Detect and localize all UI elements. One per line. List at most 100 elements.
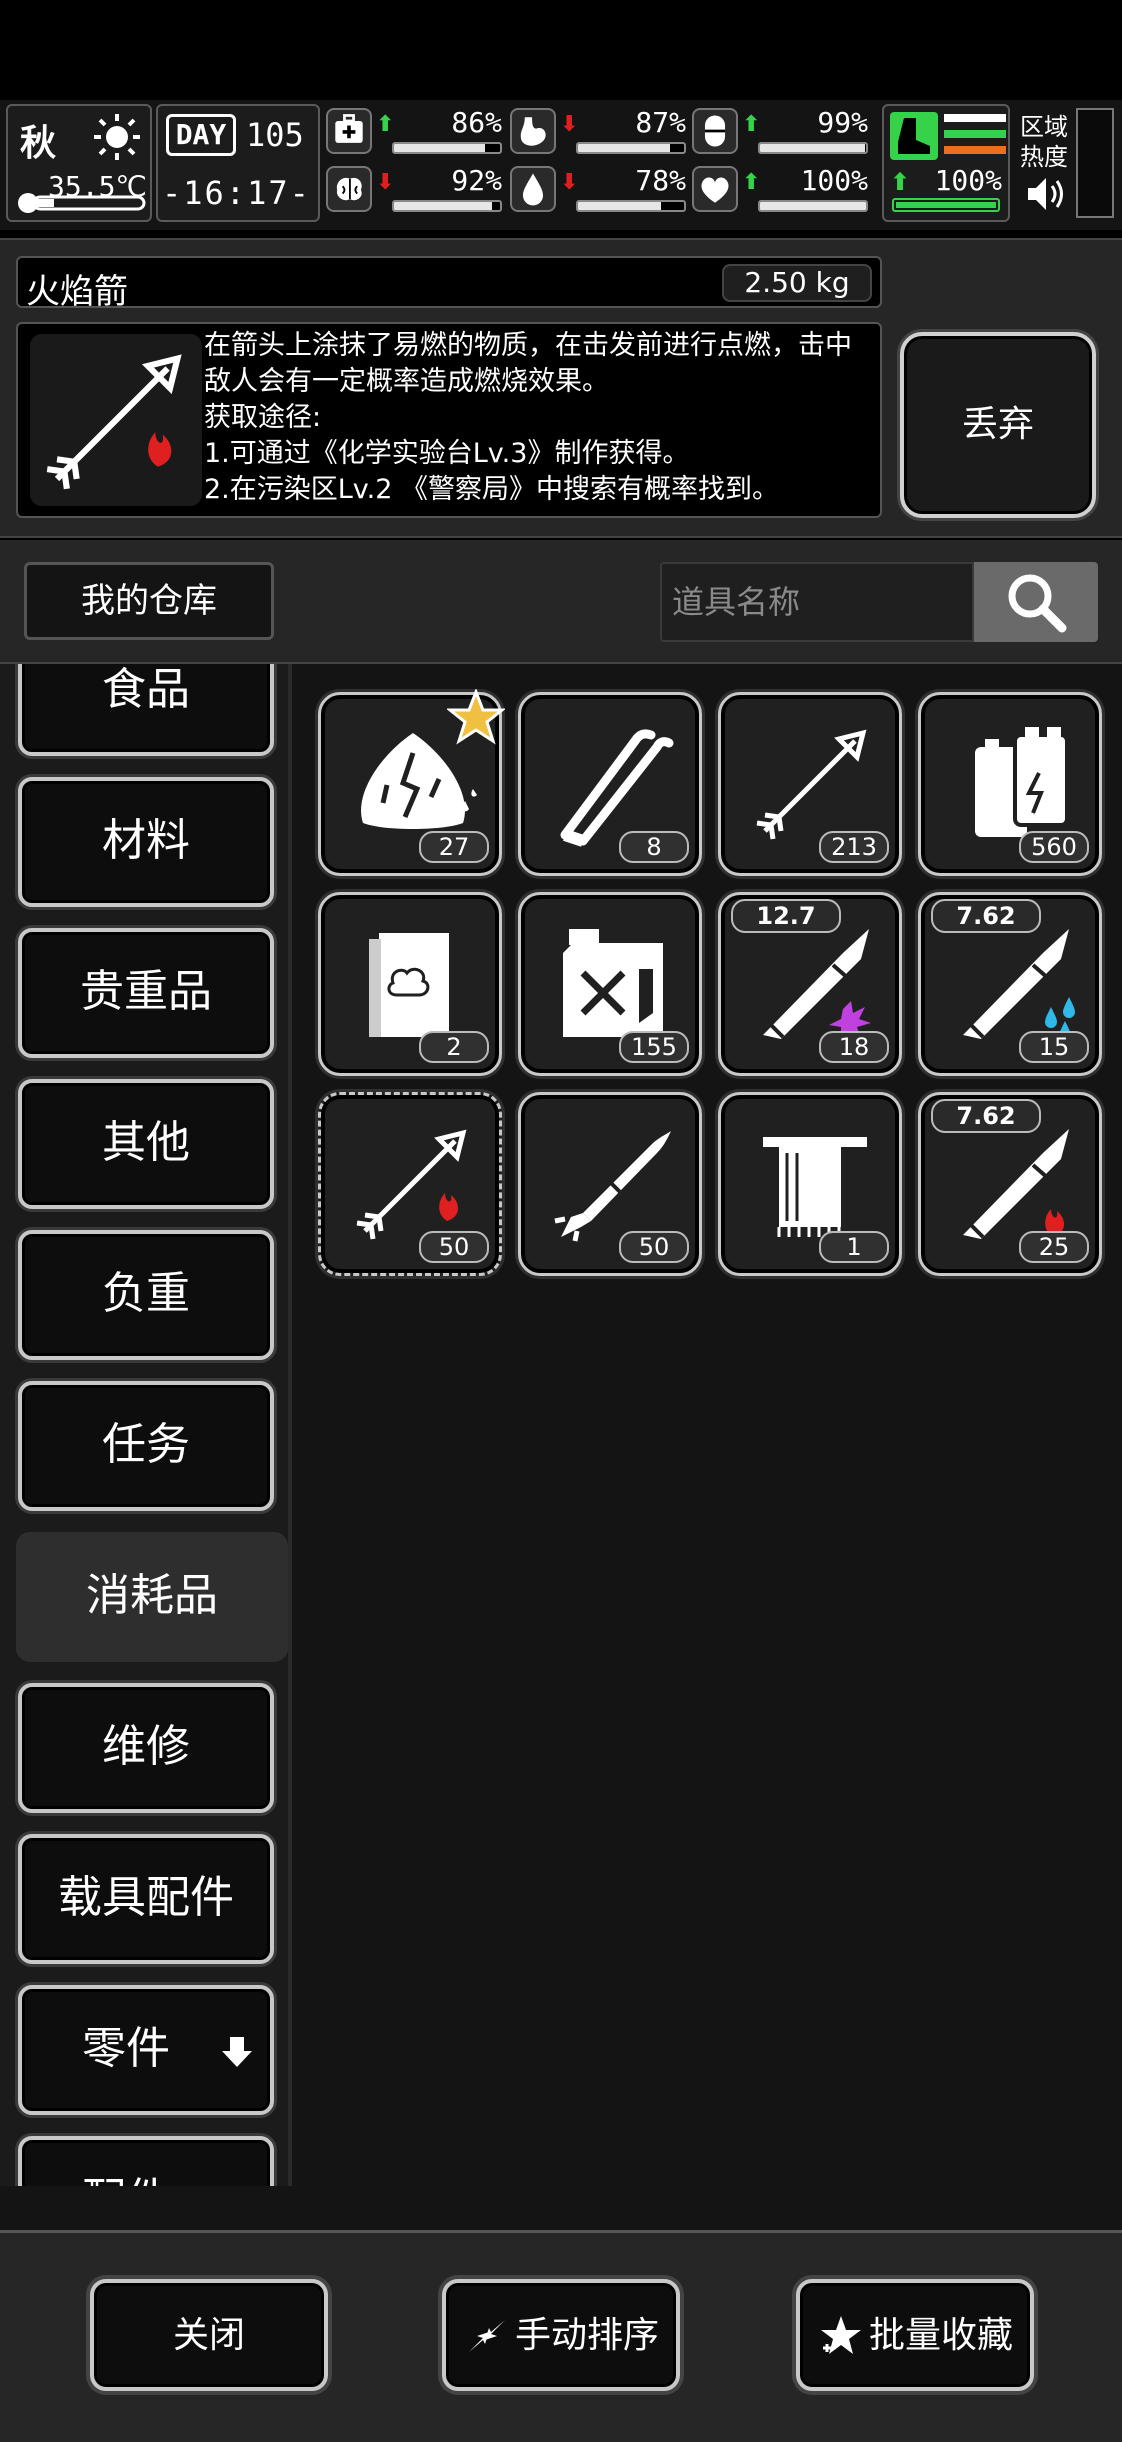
- search-button[interactable]: [974, 562, 1098, 642]
- inventory-slot[interactable]: 50: [318, 1092, 502, 1276]
- speaker-icon[interactable]: [1024, 174, 1068, 214]
- stat-bar-fill: [394, 202, 492, 210]
- item-name: 火焰箭: [26, 272, 128, 312]
- speed-lines-icon: [944, 114, 1006, 154]
- boot-value: 100%: [934, 164, 1002, 197]
- stat-bar-fill: [760, 144, 865, 152]
- game-clock: -16:17-: [162, 174, 311, 212]
- batch-favorite-label: 批量收藏: [868, 2315, 1013, 2356]
- category-6[interactable]: 消耗品: [16, 1532, 288, 1662]
- trend-up-arrow: ⬆: [742, 112, 761, 137]
- close-button[interactable]: 关闭: [90, 2279, 328, 2391]
- trend-up-arrow: ⬆: [376, 112, 395, 137]
- category-label: 食品: [102, 664, 190, 715]
- game-screen: 秋 35.5℃ DAY 105 -16:17- ⬆ 86% ⬇ 87% ⬆ 99…: [0, 0, 1122, 2442]
- category-label: 载具配件: [58, 1872, 234, 1923]
- stat-value: 87%: [635, 106, 686, 139]
- category-7[interactable]: 维修: [18, 1683, 274, 1813]
- category-label: 其他: [102, 1117, 190, 1168]
- caliber-badge: 7.62: [931, 1099, 1041, 1133]
- boot-trend-arrow: ⬆: [890, 168, 911, 196]
- item-count: 155: [619, 1031, 689, 1063]
- item-weight: 2.50 kg: [722, 264, 872, 302]
- inventory-slot[interactable]: 8: [518, 692, 702, 876]
- stat-bar-fill: [578, 202, 661, 210]
- boot-bar-fill: [896, 202, 996, 208]
- item-count: 50: [419, 1231, 489, 1263]
- my-warehouse-button[interactable]: 我的仓库: [24, 562, 274, 640]
- season-weather-panel: 秋 35.5℃: [6, 104, 152, 222]
- category-label: 材料: [102, 815, 190, 866]
- trend-down-arrow: ⬇: [560, 112, 579, 137]
- item-name-bar: 火焰箭 2.50 kg: [16, 256, 882, 312]
- item-count: 560: [1019, 831, 1089, 863]
- inventory-slot[interactable]: 2: [318, 892, 502, 1076]
- item-count: 2: [419, 1031, 489, 1063]
- item-count: 8: [619, 831, 689, 863]
- stat-sanity: ⬇ 92%: [326, 164, 506, 216]
- boot-icon: [890, 112, 938, 160]
- category-4[interactable]: 负重: [18, 1230, 274, 1360]
- stat-value: 92%: [451, 164, 502, 197]
- inventory-slot[interactable]: 155: [518, 892, 702, 1076]
- manual-sort-button[interactable]: 手动排序: [442, 2279, 680, 2391]
- caliber-badge: 7.62: [931, 899, 1041, 933]
- category-5[interactable]: 任务: [18, 1381, 274, 1511]
- manual-sort-label: 手动排序: [514, 2315, 659, 2356]
- fire-arrow-icon: [46, 354, 182, 490]
- stat-bar: [392, 200, 502, 212]
- inventory-slot[interactable]: 560: [918, 692, 1102, 876]
- inventory-slot[interactable]: 12.7 18: [718, 892, 902, 1076]
- inventory-slot[interactable]: 7.62 25: [918, 1092, 1102, 1276]
- inventory-slot[interactable]: 27: [318, 689, 505, 876]
- batch-favorite-button[interactable]: 批量收藏: [796, 2279, 1034, 2391]
- item-count: 1: [819, 1231, 889, 1263]
- stomach-icon: [510, 108, 556, 154]
- category-0[interactable]: 食品: [18, 664, 274, 756]
- stat-value: 86%: [451, 106, 502, 139]
- item-count: 27: [419, 831, 489, 863]
- category-10[interactable]: 配件: [18, 2136, 274, 2186]
- stat-hunger: ⬇ 87%: [510, 106, 690, 158]
- stat-value: 99%: [817, 106, 868, 139]
- trend-down-arrow: ⬇: [376, 170, 395, 195]
- item-preview: [30, 334, 202, 506]
- discard-button[interactable]: 丢弃: [900, 332, 1096, 518]
- stat-bar: [758, 142, 868, 154]
- item-count: 18: [819, 1031, 889, 1063]
- inventory-slot[interactable]: 1: [718, 1092, 902, 1276]
- brain-icon: [326, 166, 372, 212]
- bottom-action-bar: 关闭 手动排序 批量收藏: [0, 2230, 1122, 2442]
- category-label: 零件: [82, 2023, 170, 2074]
- category-sidebar[interactable]: 食品材料贵重品其他负重任务消耗品维修载具配件零件配件: [0, 664, 292, 2186]
- category-label: 消耗品: [86, 1570, 218, 1621]
- category-label: 任务: [102, 1419, 190, 1470]
- item-search-input[interactable]: [660, 562, 974, 642]
- trend-up-arrow: ⬆: [742, 170, 761, 195]
- pill-icon: [692, 108, 738, 154]
- heart-icon: [692, 166, 738, 212]
- sort-arrows-icon: [468, 2320, 505, 2352]
- stat-value: 100%: [800, 164, 868, 197]
- status-hud: 秋 35.5℃ DAY 105 -16:17- ⬆ 86% ⬇ 87% ⬆ 99…: [0, 100, 1122, 230]
- caliber-badge: 12.7: [731, 899, 841, 933]
- category-8[interactable]: 载具配件: [18, 1834, 274, 1964]
- stat-bar-fill: [578, 144, 671, 152]
- item-description: 在箭头上涂抹了易燃的物质，在击发前进行点燃，击中敌人会有一定概率造成燃烧效果。 …: [204, 330, 852, 505]
- category-label: 贵重品: [80, 966, 212, 1017]
- category-label: 负重: [102, 1268, 190, 1319]
- category-2[interactable]: 贵重品: [18, 928, 274, 1058]
- stat-bar-fill: [760, 202, 866, 210]
- inventory-slot[interactable]: 213: [718, 692, 902, 876]
- category-label: 维修: [102, 1721, 190, 1772]
- region-heat-meter: [1076, 108, 1114, 218]
- inventory-slot[interactable]: 7.62 15: [918, 892, 1102, 1076]
- down-arrow-icon: [222, 2037, 252, 2067]
- item-count: 50: [619, 1231, 689, 1263]
- category-1[interactable]: 材料: [18, 777, 274, 907]
- category-9[interactable]: 零件: [18, 1985, 274, 2115]
- category-3[interactable]: 其他: [18, 1079, 274, 1209]
- star-plus-icon: [820, 2316, 861, 2354]
- inventory-slot[interactable]: 50: [518, 1092, 702, 1276]
- region-heat-label: 区域热度: [1020, 113, 1068, 171]
